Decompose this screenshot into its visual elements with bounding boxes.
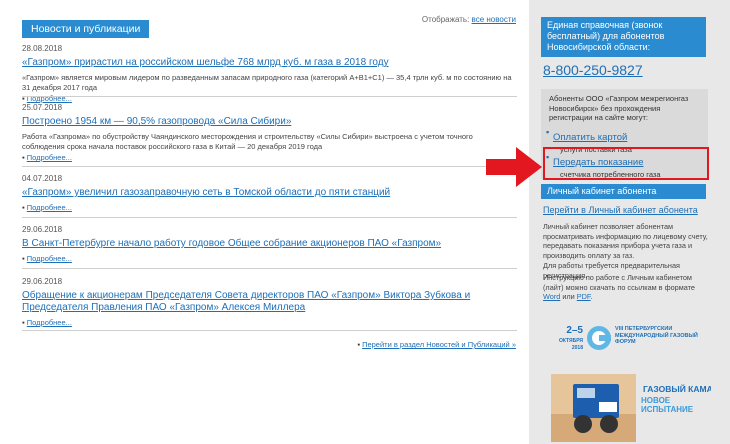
divider [22, 268, 517, 269]
news-more: ▪ Подробнее... [22, 203, 72, 212]
news-more-link[interactable]: Подробнее... [27, 203, 72, 212]
news-more: ▪ Подробнее... [22, 318, 72, 327]
news-more: ▪ Подробнее... [22, 153, 72, 162]
forum-dates: 2–5 [566, 325, 583, 336]
news-more-link[interactable]: Подробнее... [27, 153, 72, 162]
kamaz-banner[interactable]: ГАЗОВЫЙ КАМАЗ: НОВОЕ ИСПЫТАНИЕ [551, 374, 711, 442]
hotline-phone-link[interactable]: 8-800-250-9827 [543, 62, 643, 78]
cabinet-instr-prefix: Инструкцию по работе с Личным кабинетом … [543, 273, 695, 292]
news-date: 29.06.2018 [22, 225, 63, 234]
bullet-icon: ▪ [546, 127, 550, 137]
news-item: 29.06.2018 В Санкт-Петербурге начало раб… [22, 225, 517, 263]
cabinet-instr: Инструкцию по работе с Личным кабинетом … [543, 273, 695, 301]
all-news-link[interactable]: Перейти в раздел Новостей и Публикаций » [362, 340, 516, 349]
pdf-link[interactable]: PDF [577, 292, 591, 301]
news-title-link[interactable]: В Санкт-Петербурге начало работу годовое… [22, 238, 517, 250]
display-filter-link[interactable]: все новости [472, 15, 516, 24]
kamaz-title: ГАЗОВЫЙ КАМАЗ: [643, 383, 711, 394]
news-item: 25.07.2018 Построено 1954 км — 90,5% газ… [22, 103, 517, 162]
services-intro: Абоненты ООО «Газпром межрегионгаз Новос… [549, 94, 689, 122]
hotline-box: Единая справочная (звонок бесплатный) дл… [541, 17, 706, 57]
news-item: 04.07.2018 «Газпром» увеличил газозаправ… [22, 174, 517, 212]
highlight-box [543, 147, 709, 180]
forum-month: ОКТЯБРЯ [559, 338, 583, 344]
forum-year: 2018 [572, 345, 583, 351]
news-excerpt: «Газпром» является мировым лидером по ра… [22, 73, 512, 92]
cabinet-desc: Личный кабинет позволяет абонентам просм… [543, 222, 708, 260]
display-filter: Отображать: все новости [422, 15, 516, 24]
kamaz-sub: НОВОЕ ИСПЫТАНИЕ [641, 396, 694, 414]
red-arrow-icon [486, 147, 542, 187]
news-more-link[interactable]: Подробнее... [27, 254, 72, 263]
news-date: 28.08.2018 [22, 44, 63, 53]
news-title-link[interactable]: Обращение к акционерам Председателя Сове… [22, 290, 517, 314]
cabinet-instr-or: или [562, 292, 575, 301]
cabinet-header: Личный кабинет абонента [541, 184, 706, 199]
display-filter-label: Отображать: [421, 15, 470, 24]
cabinet-link[interactable]: Перейти в Личный кабинет абонента [543, 205, 698, 215]
word-link[interactable]: Word [543, 292, 560, 301]
news-date: 25.07.2018 [22, 103, 63, 112]
divider [22, 330, 517, 331]
news-title-link[interactable]: Построено 1954 км — 90,5% газопровода «С… [22, 116, 517, 128]
news-excerpt: Работа «Газпрома» по обустройству Чаянди… [22, 132, 473, 151]
all-news: ▪ Перейти в раздел Новостей и Публикаций… [357, 340, 516, 349]
news-more: ▪ Подробнее... [22, 254, 72, 263]
news-date: 29.06.2018 [22, 277, 63, 286]
divider [22, 166, 517, 167]
news-title-link[interactable]: «Газпром» прирастил на российском шельфе… [22, 57, 517, 69]
forum-logo-icon [587, 326, 611, 350]
news-more-link[interactable]: Подробнее... [27, 318, 72, 327]
divider [22, 217, 517, 218]
pay-card-link[interactable]: Оплатить картой [553, 132, 627, 143]
forum-title: VIII ПЕТЕРБУРГСКИЙ МЕЖДУНАРОДНЫЙ ГАЗОВЫЙ… [615, 326, 698, 345]
news-item: 29.06.2018 Обращение к акционерам Предсе… [22, 277, 517, 327]
news-item: 28.08.2018 «Газпром» прирастил на россий… [22, 44, 517, 103]
news-section-header: Новости и публикации [22, 20, 150, 38]
news-title-link[interactable]: «Газпром» увеличил газозаправочную сеть … [22, 187, 517, 199]
news-date: 04.07.2018 [22, 174, 63, 183]
divider [22, 96, 517, 97]
forum-banner[interactable]: 2–5 ОКТЯБРЯ 2018 VIII ПЕТЕРБУРГСКИЙ МЕЖД… [553, 320, 713, 372]
